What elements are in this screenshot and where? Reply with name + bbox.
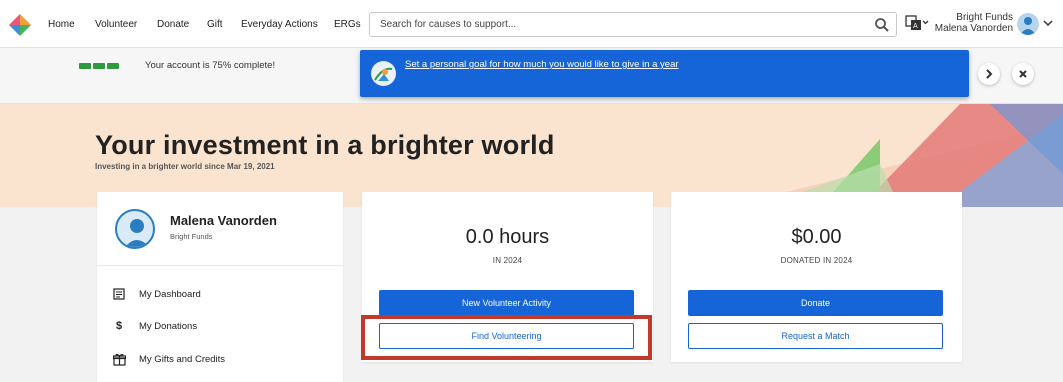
volunteer-hours-caption: IN 2024	[492, 256, 523, 265]
nav-volunteer[interactable]: Volunteer	[95, 0, 137, 48]
dashboard-icon	[112, 287, 126, 301]
divider	[97, 265, 343, 266]
sidebar-item-label: My Donations	[139, 320, 198, 332]
translate-icon[interactable]: A	[905, 14, 929, 32]
profile-name: Malena Vanorden	[170, 213, 277, 228]
donate-button[interactable]: Donate	[688, 290, 943, 316]
progress-segment	[107, 63, 119, 69]
progress-text: Your account is 75% complete!	[145, 60, 276, 71]
profile-org: Bright Funds	[170, 232, 213, 241]
goal-notification: Set a personal goal for how much you wou…	[360, 50, 969, 97]
member-since: Investing in a brighter world since Mar …	[95, 162, 275, 171]
volunteer-illustration-icon	[371, 61, 396, 86]
svg-text:A: A	[913, 23, 918, 30]
sidebar-item-label: My Gifts and Credits	[139, 353, 226, 365]
sidebar-item-gifts[interactable]: My Gifts and Credits	[112, 352, 225, 366]
dollar-icon: $	[115, 320, 123, 332]
new-volunteer-activity-button[interactable]: New Volunteer Activity	[379, 290, 634, 316]
user-name: Malena Vanorden	[934, 23, 1013, 34]
sidebar-item-label: My Dashboard	[139, 288, 201, 300]
user-company: Bright Funds	[956, 12, 1013, 23]
user-avatar-icon	[1020, 17, 1036, 35]
chevron-right-icon	[986, 69, 993, 79]
sidebar-item-donations[interactable]: $ My Donations	[112, 319, 197, 333]
volunteer-hours-value: 0.0 hours	[465, 226, 550, 248]
profile-card: Malena Vanorden Bright Funds My Dashboar…	[97, 192, 343, 382]
page-title: Your investment in a brighter world	[95, 130, 555, 160]
progress-segment	[93, 63, 105, 69]
nav-gift[interactable]: Gift	[207, 0, 223, 48]
sidebar-item-dashboard[interactable]: My Dashboard	[112, 287, 201, 301]
request-match-button[interactable]: Request a Match	[688, 323, 943, 349]
close-icon	[1019, 70, 1027, 78]
nav-donate[interactable]: Donate	[157, 0, 189, 48]
avatar[interactable]	[1017, 13, 1039, 35]
search-placeholder: Search for causes to support...	[380, 19, 517, 30]
progress-segment	[79, 63, 91, 69]
search-input[interactable]: Search for causes to support...	[369, 12, 897, 37]
gift-icon	[112, 352, 126, 366]
nav-everyday-actions[interactable]: Everyday Actions	[241, 0, 318, 48]
bright-funds-logo[interactable]	[8, 13, 32, 37]
highlight-box	[361, 315, 652, 360]
close-button[interactable]	[1012, 63, 1034, 85]
donated-amount-caption: DONATED IN 2024	[780, 256, 853, 265]
top-nav-bar: Home Volunteer Donate Gift Everyday Acti…	[0, 0, 1063, 48]
donations-card: $0.00 DONATED IN 2024 Donate Request a M…	[671, 192, 962, 362]
progress-segments	[79, 63, 119, 69]
user-avatar-icon	[125, 219, 149, 247]
set-goal-link[interactable]: Set a personal goal for how much you wou…	[405, 58, 695, 71]
search-icon[interactable]	[874, 17, 890, 33]
nav-home[interactable]: Home	[48, 0, 75, 48]
next-button[interactable]	[978, 63, 1000, 85]
avatar	[115, 209, 155, 249]
chevron-down-icon[interactable]	[1043, 18, 1053, 28]
donated-amount-value: $0.00	[791, 226, 842, 248]
nav-ergs[interactable]: ERGs	[334, 0, 361, 48]
user-menu[interactable]: Bright Funds Malena Vanorden	[935, 12, 1013, 34]
